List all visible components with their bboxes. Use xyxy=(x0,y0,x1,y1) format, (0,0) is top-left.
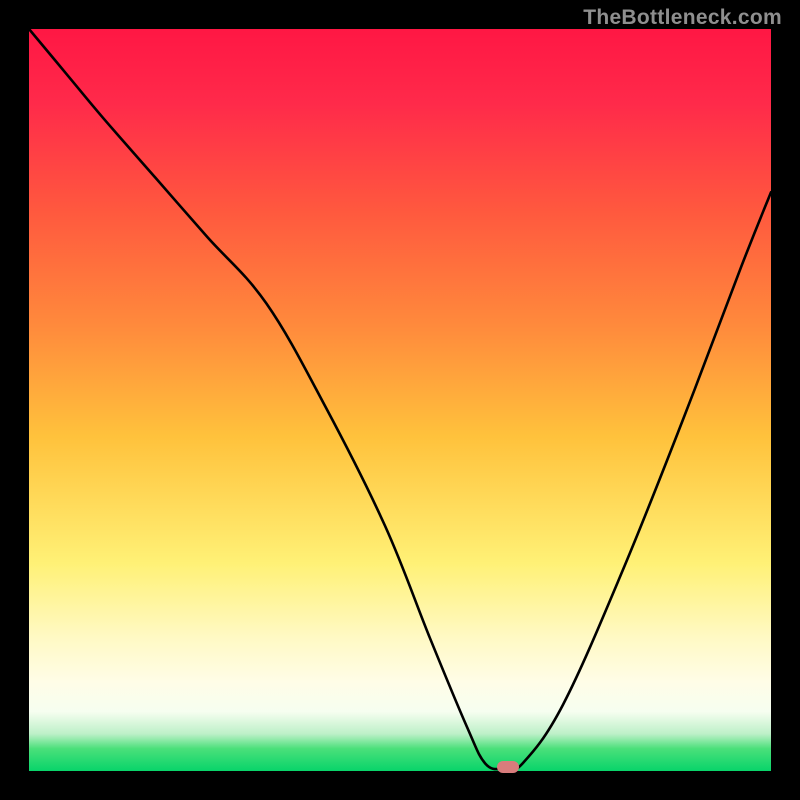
bottleneck-curve xyxy=(29,29,771,771)
minimum-marker xyxy=(497,761,519,773)
chart-frame: TheBottleneck.com xyxy=(0,0,800,800)
curve-path xyxy=(29,29,771,771)
watermark-text: TheBottleneck.com xyxy=(583,6,782,30)
